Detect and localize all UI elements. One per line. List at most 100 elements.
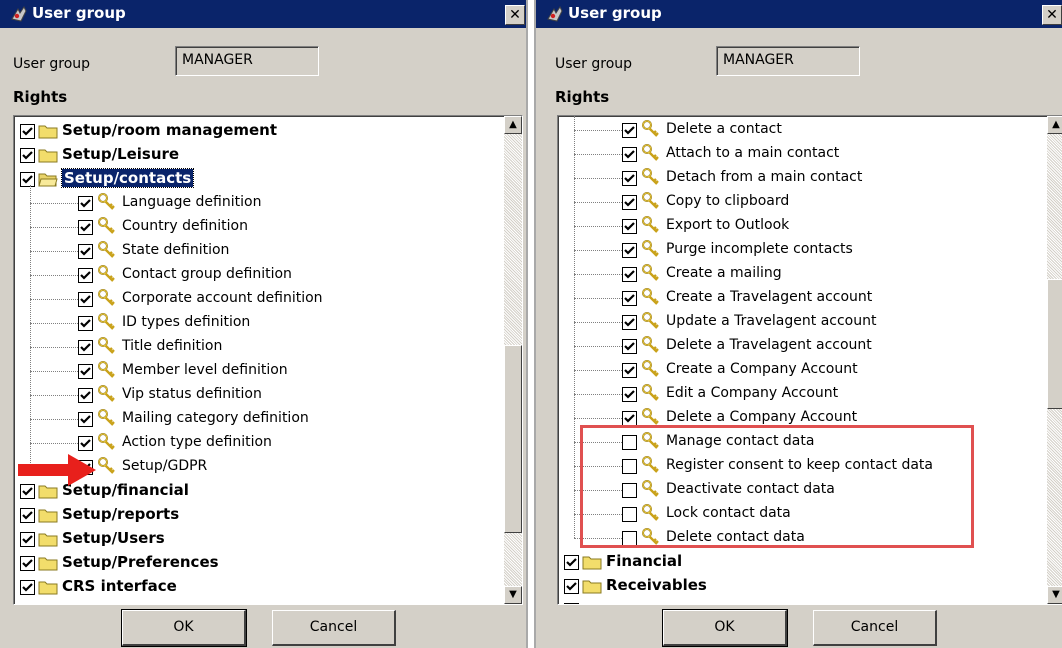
user-group-field[interactable]: MANAGER — [175, 46, 319, 76]
tree-item-label: Create a Company Account — [666, 361, 858, 377]
checkbox-checked[interactable] — [622, 387, 637, 402]
checkbox-checked[interactable] — [622, 363, 637, 378]
scroll-thumb[interactable] — [1047, 279, 1062, 409]
tree-item-create-a-company-account[interactable]: Create a Company Account — [558, 358, 1045, 382]
vertical-scrollbar[interactable]: ▲ ▼ — [504, 116, 522, 604]
tree-connector — [30, 419, 78, 420]
tree-item-attach-to-a-main-contact[interactable]: Attach to a main contact — [558, 142, 1045, 166]
checkbox-checked[interactable] — [20, 508, 35, 523]
checkbox-checked[interactable] — [622, 195, 637, 210]
checkbox-checked[interactable] — [622, 411, 637, 426]
tree-connector — [574, 116, 575, 538]
key-icon — [640, 383, 662, 405]
checkbox-checked[interactable] — [78, 268, 93, 283]
tree-connector — [574, 394, 622, 395]
checkbox-checked[interactable] — [20, 172, 35, 187]
vertical-scrollbar[interactable]: ▲ ▼ — [1047, 116, 1062, 604]
ok-button[interactable]: OK — [121, 609, 247, 647]
checkbox-checked[interactable] — [78, 220, 93, 235]
tree-item-setup-users[interactable]: Setup/Users — [14, 527, 502, 551]
key-icon — [640, 335, 662, 357]
tree-item-edit-a-company-account[interactable]: Edit a Company Account — [558, 382, 1045, 406]
scroll-thumb[interactable] — [504, 345, 522, 533]
tree-item-receivables[interactable]: Receivables — [558, 574, 1045, 598]
tree-item-setup-room-management[interactable]: Setup/room management — [14, 119, 502, 143]
checkbox-checked[interactable] — [78, 196, 93, 211]
folder-icon — [38, 532, 58, 547]
app-icon — [547, 6, 563, 22]
checkbox-checked[interactable] — [622, 339, 637, 354]
tree-item-create-a-mailing[interactable]: Create a mailing — [558, 262, 1045, 286]
checkbox-checked[interactable] — [78, 364, 93, 379]
tree-item-financial[interactable]: Financial — [558, 550, 1045, 574]
checkbox-checked[interactable] — [622, 147, 637, 162]
tree-item-create-a-travelagent-account[interactable]: Create a Travelagent account — [558, 286, 1045, 310]
tree-item-contact-group-definition[interactable]: Contact group definition — [14, 263, 502, 287]
tree-item-language-definition[interactable]: Language definition — [14, 191, 502, 215]
tree-item-state-definition[interactable]: State definition — [14, 239, 502, 263]
tree-item-delete-a-travelagent-account[interactable]: Delete a Travelagent account — [558, 334, 1045, 358]
tree-connector — [574, 202, 622, 203]
checkbox-checked[interactable] — [78, 388, 93, 403]
tree-item-id-types-definition[interactable]: ID types definition — [14, 311, 502, 335]
tree-item-export-to-outlook[interactable]: Export to Outlook — [558, 214, 1045, 238]
tree-item-title-definition[interactable]: Title definition — [14, 335, 502, 359]
checkbox-checked[interactable] — [622, 267, 637, 282]
checkbox-checked[interactable] — [78, 340, 93, 355]
checkbox-checked[interactable] — [78, 316, 93, 331]
tree-item-setup-contacts[interactable]: Setup/contacts — [14, 167, 502, 191]
key-icon — [640, 359, 662, 381]
checkbox-checked[interactable] — [564, 579, 579, 594]
cancel-button[interactable]: Cancel — [272, 610, 396, 646]
checkbox-checked[interactable] — [622, 219, 637, 234]
checkbox-checked[interactable] — [78, 412, 93, 427]
checkbox-checked[interactable] — [20, 148, 35, 163]
rights-tree[interactable]: ▲ ▼ Setup/room management Setup/Leisure Se… — [13, 115, 523, 605]
checkbox-checked[interactable] — [20, 124, 35, 139]
tree-item-member-level-definition[interactable]: Member level definition — [14, 359, 502, 383]
checkbox-checked[interactable] — [564, 603, 579, 604]
checkbox-checked[interactable] — [622, 243, 637, 258]
checkbox-checked[interactable] — [20, 556, 35, 571]
user-group-field[interactable]: MANAGER — [716, 46, 860, 76]
scroll-down-icon[interactable]: ▼ — [1047, 586, 1062, 604]
tree-item-setup-reports[interactable]: Setup/reports — [14, 503, 502, 527]
tree-item-country-definition[interactable]: Country definition — [14, 215, 502, 239]
checkbox-checked[interactable] — [622, 171, 637, 186]
checkbox-checked[interactable] — [622, 291, 637, 306]
tree-connector — [30, 395, 78, 396]
scroll-up-icon[interactable]: ▲ — [1047, 116, 1062, 134]
scroll-up-icon[interactable]: ▲ — [504, 116, 522, 134]
checkbox-checked[interactable] — [78, 292, 93, 307]
tree-item-vip-status-definition[interactable]: Vip status definition — [14, 383, 502, 407]
key-icon — [640, 191, 662, 213]
tree-item-setup-leisure[interactable]: Setup/Leisure — [14, 143, 502, 167]
tree-item-update-a-travelagent-account[interactable]: Update a Travelagent account — [558, 310, 1045, 334]
checkbox-checked[interactable] — [622, 123, 637, 138]
tree-item-crs-interface[interactable]: CRS interface — [14, 575, 502, 599]
checkbox-checked[interactable] — [20, 580, 35, 595]
checkbox-checked[interactable] — [78, 244, 93, 259]
tree-item-purge-incomplete-contacts[interactable]: Purge incomplete contacts — [558, 238, 1045, 262]
folder-icon — [38, 124, 58, 139]
checkbox-checked[interactable] — [20, 532, 35, 547]
tree-item-corporate-account-definition[interactable]: Corporate account definition — [14, 287, 502, 311]
tree-connector — [574, 154, 622, 155]
tree-item-blank[interactable] — [558, 598, 1045, 604]
tree-item-delete-a-contact[interactable]: Delete a contact — [558, 118, 1045, 142]
key-icon — [640, 143, 662, 165]
tree-item-setup-preferences[interactable]: Setup/Preferences — [14, 551, 502, 575]
tree-item-detach-from-a-main-contact[interactable]: Detach from a main contact — [558, 166, 1045, 190]
ok-button[interactable]: OK — [662, 609, 788, 647]
cancel-button[interactable]: Cancel — [813, 610, 937, 646]
tree-item-mailing-category-definition[interactable]: Mailing category definition — [14, 407, 502, 431]
close-icon[interactable]: ✕ — [1042, 5, 1062, 25]
title-bar: User group ✕ — [536, 0, 1062, 28]
checkbox-checked[interactable] — [78, 436, 93, 451]
close-icon[interactable]: ✕ — [505, 5, 525, 25]
window-title: User group — [568, 4, 662, 22]
checkbox-checked[interactable] — [622, 315, 637, 330]
checkbox-checked[interactable] — [564, 555, 579, 570]
scroll-down-icon[interactable]: ▼ — [504, 586, 522, 604]
tree-item-copy-to-clipboard[interactable]: Copy to clipboard — [558, 190, 1045, 214]
